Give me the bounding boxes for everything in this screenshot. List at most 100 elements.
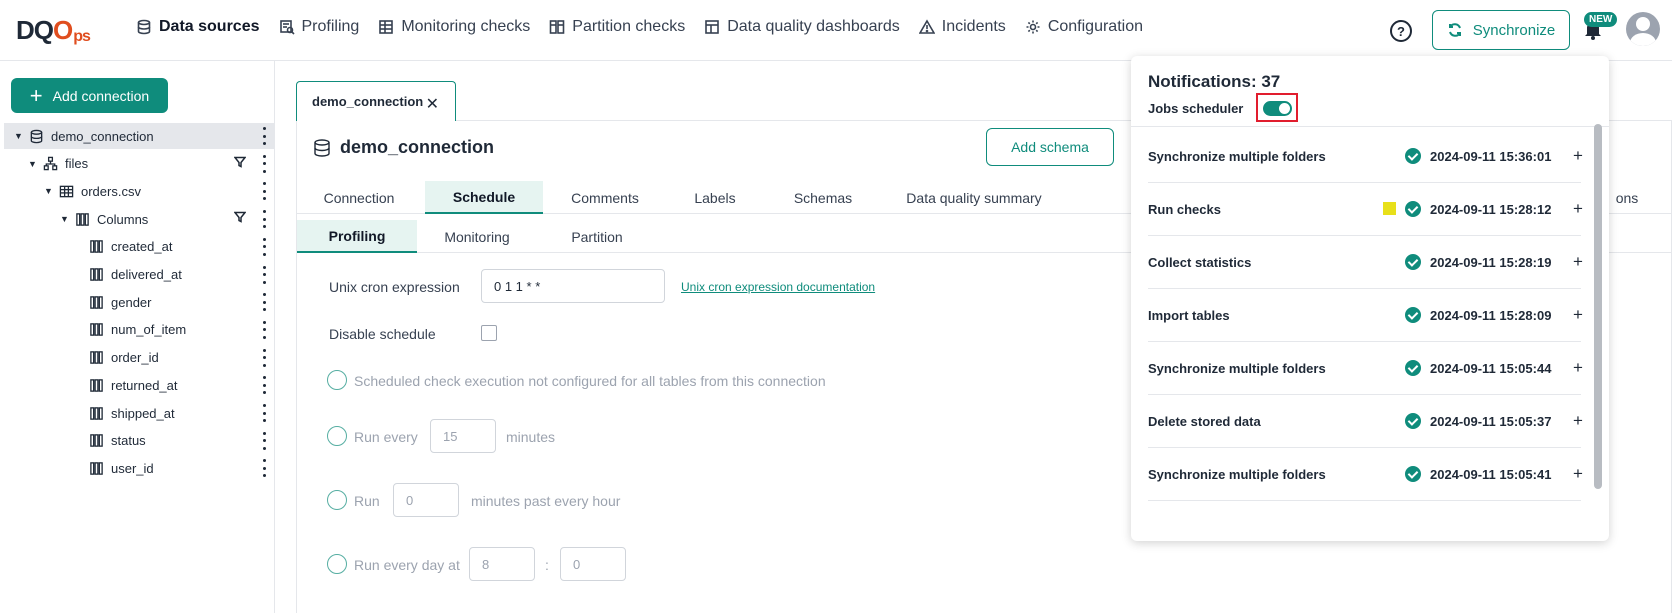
nav-monitoring-checks[interactable]: Monitoring checks: [378, 18, 530, 36]
more-options-icon[interactable]: [262, 293, 266, 312]
radio-run-every[interactable]: [327, 426, 347, 446]
run-hourly-label: Run: [354, 493, 380, 509]
run-every-minutes-input[interactable]: 15: [430, 419, 496, 453]
more-options-icon[interactable]: [262, 154, 266, 173]
notification-item[interactable]: Collect statistics 2024-09-11 15:28:19 +: [1148, 236, 1583, 289]
cron-expression-input[interactable]: 0 1 1 * *: [481, 269, 665, 303]
tree-item-label: returned_at: [111, 377, 178, 393]
synchronize-button[interactable]: Synchronize: [1432, 10, 1570, 50]
tree-item[interactable]: created_at: [4, 234, 275, 260]
database-icon: [137, 19, 151, 35]
run-hourly-minutes-input[interactable]: 0: [393, 483, 459, 517]
success-check-icon: [1405, 148, 1421, 164]
help-icon[interactable]: ?: [1390, 20, 1412, 42]
radio-run-hourly[interactable]: [327, 490, 347, 510]
run-daily-minute-input[interactable]: 0: [560, 547, 626, 581]
expand-icon[interactable]: +: [1573, 305, 1583, 325]
subtab-monitoring[interactable]: Monitoring: [417, 220, 537, 253]
nav-data-quality-dashboards[interactable]: Data quality dashboards: [704, 18, 900, 36]
caret-down-icon[interactable]: ▼: [14, 131, 24, 141]
close-icon[interactable]: ✕: [426, 94, 439, 114]
tab-overflow[interactable]: ons: [1607, 181, 1647, 214]
notification-timestamp: 2024-09-11 15:28:12: [1430, 201, 1552, 217]
notification-item[interactable]: Run checks 2024-09-11 15:28:12 +: [1148, 183, 1583, 236]
run-daily-hour-input[interactable]: 8: [469, 547, 535, 581]
nav-incidents[interactable]: Incidents: [918, 18, 1006, 36]
cron-documentation-link[interactable]: Unix cron expression documentation: [681, 280, 875, 294]
tree-item[interactable]: user_id: [4, 455, 275, 481]
nav-data-sources[interactable]: Data sources: [136, 18, 260, 36]
column-icon: [88, 460, 104, 476]
tab-demo-connection[interactable]: demo_connection ✕: [296, 81, 456, 121]
add-connection-button[interactable]: + Add connection: [11, 78, 168, 113]
expand-icon[interactable]: +: [1573, 199, 1583, 219]
disable-schedule-checkbox[interactable]: [481, 325, 497, 341]
tree-item-label: status: [111, 433, 146, 449]
notification-item[interactable]: Synchronize multiple folders 2024-09-11 1…: [1148, 342, 1583, 395]
more-options-icon[interactable]: [262, 459, 266, 478]
cron-label: Unix cron expression: [329, 279, 460, 295]
tree-item[interactable]: order_id: [4, 345, 275, 371]
expand-icon[interactable]: +: [1573, 358, 1583, 378]
tree-item[interactable]: gender: [4, 289, 275, 315]
tree-item[interactable]: shipped_at: [4, 400, 275, 426]
radio-not-configured[interactable]: [327, 370, 347, 390]
more-options-icon[interactable]: [262, 182, 266, 201]
more-options-icon[interactable]: [262, 376, 266, 395]
notification-item[interactable]: Delete stored data 2024-09-11 15:05:37 +: [1148, 395, 1583, 448]
tree-item[interactable]: status: [4, 428, 275, 454]
more-options-icon[interactable]: [262, 210, 266, 229]
tab-schemas[interactable]: Schemas: [773, 181, 873, 214]
gear-icon: [1026, 20, 1040, 34]
tree-item[interactable]: ▼ Columns: [4, 206, 275, 232]
tab-schedule[interactable]: Schedule: [425, 181, 543, 214]
tree-item[interactable]: returned_at: [4, 372, 275, 398]
tab-data-quality-summary[interactable]: Data quality summary: [889, 181, 1059, 214]
filter-icon[interactable]: [233, 211, 248, 225]
column-icon: [88, 239, 104, 255]
tree-item[interactable]: ▼ demo_connection: [4, 123, 275, 149]
more-options-icon[interactable]: [262, 127, 266, 145]
time-separator: :: [545, 557, 549, 573]
expand-icon[interactable]: +: [1573, 252, 1583, 272]
notification-item[interactable]: Synchronize multiple folders 2024-09-11 1…: [1148, 130, 1583, 183]
column-icon: [88, 322, 104, 338]
caret-down-icon[interactable]: ▼: [44, 186, 54, 196]
notifications-title: Notifications: 37: [1148, 72, 1281, 91]
subtab-partition[interactable]: Partition: [537, 220, 657, 253]
nav-partition-checks[interactable]: Partition checks: [549, 18, 685, 36]
caret-down-icon[interactable]: ▼: [60, 214, 70, 224]
tree-item[interactable]: ▼ orders.csv: [4, 178, 275, 204]
jobs-scheduler-toggle[interactable]: [1263, 101, 1292, 116]
scrollbar[interactable]: [1594, 124, 1602, 489]
nav-label: Monitoring checks: [401, 18, 531, 35]
radio-run-daily[interactable]: [327, 554, 347, 574]
add-schema-button[interactable]: Add schema: [986, 128, 1114, 166]
more-options-icon[interactable]: [262, 237, 266, 256]
nav-profiling[interactable]: Profiling: [279, 18, 359, 36]
dqops-logo[interactable]: D Q Ops: [16, 14, 91, 46]
tree-item[interactable]: num_of_item: [4, 317, 275, 343]
nav-configuration[interactable]: Configuration: [1025, 18, 1143, 36]
expand-icon[interactable]: +: [1573, 146, 1583, 166]
avatar[interactable]: [1626, 12, 1660, 46]
filter-icon[interactable]: [233, 156, 248, 170]
more-options-icon[interactable]: [262, 404, 266, 422]
expand-icon[interactable]: +: [1573, 464, 1583, 484]
expand-icon[interactable]: +: [1573, 411, 1583, 431]
tab-labels[interactable]: Labels: [675, 181, 755, 214]
more-options-icon[interactable]: [262, 265, 266, 284]
tree-item-label: gender: [111, 294, 152, 310]
caret-down-icon[interactable]: ▼: [28, 159, 38, 169]
notification-item[interactable]: Synchronize multiple folders 2024-09-11 1…: [1148, 448, 1583, 501]
tab-comments[interactable]: Comments: [555, 181, 655, 214]
more-options-icon[interactable]: [262, 431, 266, 450]
monitoring-icon: [379, 20, 394, 34]
more-options-icon[interactable]: [262, 320, 266, 339]
tree-item[interactable]: ▼ files: [4, 151, 275, 177]
subtab-profiling[interactable]: Profiling: [297, 220, 417, 253]
tab-connection[interactable]: Connection: [305, 181, 413, 214]
more-options-icon[interactable]: [262, 348, 266, 367]
tree-item[interactable]: delivered_at: [4, 262, 275, 288]
notification-item[interactable]: Import tables 2024-09-11 15:28:09 +: [1148, 289, 1583, 342]
